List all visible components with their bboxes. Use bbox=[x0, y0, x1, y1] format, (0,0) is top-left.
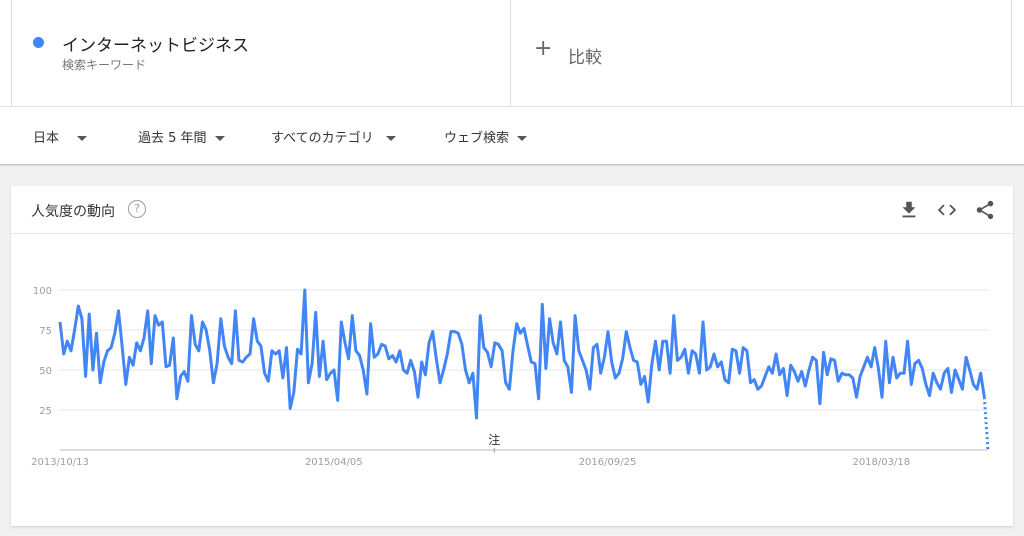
property-label: ウェブ検索 bbox=[444, 131, 510, 146]
search-term-card[interactable]: インターネットビジネス 検索キーワード bbox=[11, 0, 511, 106]
card-header: 人気度の動向 ? bbox=[11, 186, 1013, 234]
interest-over-time-card: 人気度の動向 ? 25 50 75 100 2013/10/13 2015/04/05 20… bbox=[11, 186, 1013, 526]
partial-data-line bbox=[982, 397, 990, 451]
period-label: 過去 5 年間 bbox=[138, 131, 207, 146]
y-tick-label: 75 bbox=[39, 326, 52, 337]
interest-line-chart: 25 50 75 100 2013/10/13 2015/04/05 2016/09/25 2… bbox=[31, 286, 990, 468]
y-tick-label: 25 bbox=[39, 406, 52, 417]
filter-bar: 日本 過去 5 年間 すべてのカテゴリ ウェブ検索 bbox=[0, 107, 1024, 164]
search-term-type: 検索キーワード bbox=[62, 58, 147, 72]
property-dropdown[interactable]: ウェブ検索 bbox=[444, 127, 528, 146]
share-icon[interactable] bbox=[974, 199, 996, 221]
series-line bbox=[58, 288, 986, 420]
y-tick-label: 100 bbox=[33, 286, 52, 297]
dropdown-arrow-icon bbox=[385, 136, 396, 141]
y-tick-label: 50 bbox=[39, 366, 52, 377]
download-icon[interactable] bbox=[898, 199, 920, 221]
compare-button[interactable]: + 比較 bbox=[512, 0, 1012, 106]
help-icon[interactable]: ? bbox=[128, 200, 146, 218]
explore-header: インターネットビジネス 検索キーワード + 比較 日本 過去 5 年間 すべての… bbox=[0, 0, 1024, 164]
search-terms-bar: インターネットビジネス 検索キーワード + 比較 bbox=[0, 0, 1024, 107]
dropdown-arrow-icon bbox=[517, 136, 528, 141]
x-tick-label: 2015/04/05 bbox=[305, 457, 363, 468]
dropdown-arrow-icon bbox=[77, 136, 88, 141]
x-tick-label: 2016/09/25 bbox=[579, 457, 637, 468]
region-label: 日本 bbox=[33, 131, 60, 146]
plus-icon: + bbox=[534, 36, 553, 61]
category-label: すべてのカテゴリ bbox=[271, 131, 374, 146]
annotation-label: 注 bbox=[488, 432, 500, 447]
term-color-dot bbox=[33, 37, 44, 48]
card-title: 人気度の動向 bbox=[31, 204, 115, 220]
embed-icon[interactable] bbox=[936, 199, 958, 221]
compare-label: 比較 bbox=[568, 48, 602, 68]
region-dropdown[interactable]: 日本 bbox=[33, 127, 88, 146]
dropdown-arrow-icon bbox=[214, 136, 225, 141]
period-dropdown[interactable]: 過去 5 年間 bbox=[138, 127, 225, 146]
search-term-name[interactable]: インターネットビジネス bbox=[62, 31, 249, 56]
category-dropdown[interactable]: すべてのカテゴリ bbox=[271, 127, 396, 146]
x-tick-label: 2013/10/13 bbox=[31, 457, 89, 468]
x-tick-label: 2018/03/18 bbox=[852, 457, 910, 468]
